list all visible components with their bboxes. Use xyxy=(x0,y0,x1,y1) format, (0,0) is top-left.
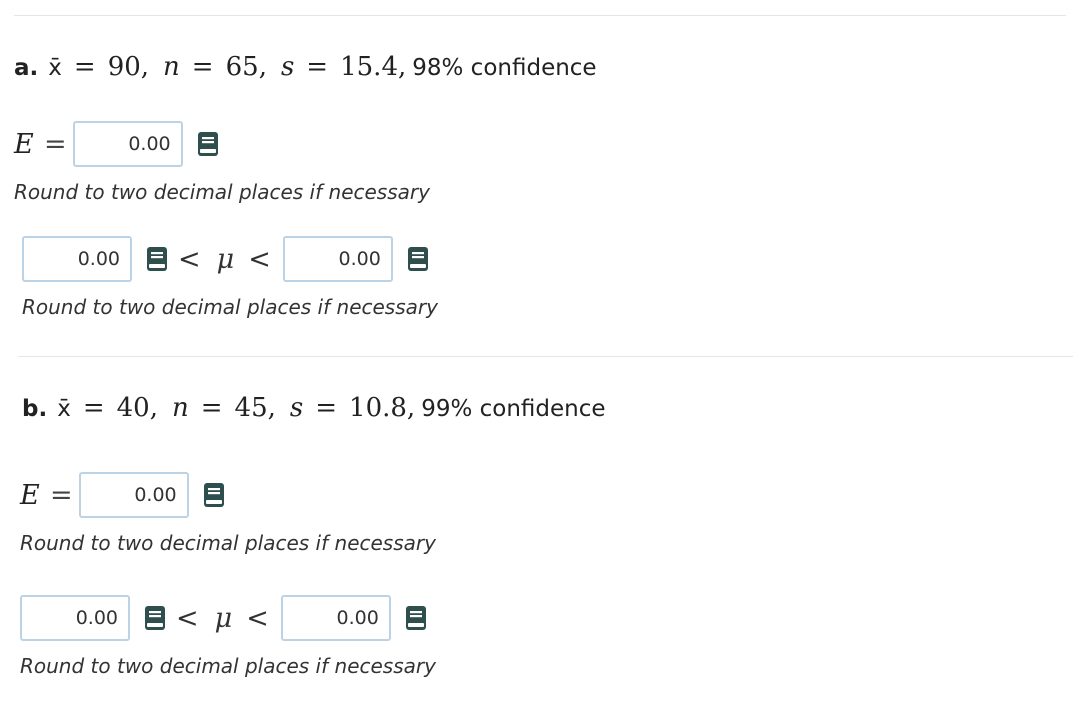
n-value: 65 xyxy=(225,52,259,82)
s-value: 10.8 xyxy=(349,393,407,423)
part-letter: b. xyxy=(22,396,48,422)
book-icon[interactable] xyxy=(144,605,166,631)
mu-symbol: μ xyxy=(214,602,233,634)
less-than-sign: < xyxy=(178,243,201,275)
upper-bound-input[interactable]: 0.00 xyxy=(282,236,393,282)
rounding-hint: Round to two decimal places if necessary xyxy=(20,654,436,678)
xbar-symbol: x̄ xyxy=(48,55,62,81)
equals-sign: = xyxy=(315,393,338,423)
book-icon[interactable] xyxy=(203,482,225,508)
equals-sign: = xyxy=(82,393,105,423)
lower-bound-input[interactable]: 0.00 xyxy=(22,236,132,282)
rounding-hint: Round to two decimal places if necessary xyxy=(20,531,436,555)
E-symbol: E xyxy=(20,479,40,511)
rounding-hint: Round to two decimal places if necessary xyxy=(22,295,438,319)
comma: , xyxy=(140,52,150,82)
comma: , xyxy=(149,393,158,423)
n-symbol: n xyxy=(171,393,189,423)
problem-b-statement: b. x̄ = 40, n = 45, s = 10.8, 99% confid… xyxy=(22,393,606,424)
margin-of-error-row: E = 0.00 xyxy=(14,121,219,167)
comma: , xyxy=(397,52,407,82)
book-icon[interactable] xyxy=(197,131,219,157)
xbar-value: 90 xyxy=(107,52,141,82)
less-than-sign: < xyxy=(176,602,199,634)
part-letter: a. xyxy=(14,55,39,81)
book-icon[interactable] xyxy=(146,246,168,272)
s-value: 15.4 xyxy=(340,52,398,82)
E-symbol: E xyxy=(14,128,34,160)
s-symbol: s xyxy=(280,52,295,82)
lower-bound-input[interactable]: 0.00 xyxy=(20,595,130,641)
equals-sign: = xyxy=(306,52,329,82)
n-value: 45 xyxy=(234,393,268,423)
book-icon[interactable] xyxy=(405,605,427,631)
problem-a-statement: a. x̄ = 90, n = 65, s = 15.4, 98% confid… xyxy=(14,52,597,83)
comma: , xyxy=(267,393,276,423)
upper-bound-input[interactable]: 0.00 xyxy=(280,595,391,641)
margin-of-error-input[interactable]: 0.00 xyxy=(78,472,189,518)
divider-middle xyxy=(18,356,1073,357)
confidence-interval-row: 0.00 < μ < 0.00 xyxy=(20,595,427,641)
xbar-symbol: x̄ xyxy=(57,396,71,422)
confidence-label: 99% confidence xyxy=(421,396,606,422)
margin-of-error-row: E = 0.00 xyxy=(20,472,225,518)
equals-sign: = xyxy=(44,128,67,160)
rounding-hint: Round to two decimal places if necessary xyxy=(14,180,430,204)
equals-sign: = xyxy=(73,52,96,82)
equals-sign: = xyxy=(191,52,214,82)
confidence-label: 98% confidence xyxy=(412,55,597,81)
comma: , xyxy=(406,393,416,423)
margin-of-error-input[interactable]: 0.00 xyxy=(72,121,183,167)
equals-sign: = xyxy=(200,393,223,423)
less-than-sign: < xyxy=(248,243,271,275)
s-symbol: s xyxy=(289,393,304,423)
less-than-sign: < xyxy=(246,602,269,634)
xbar-value: 40 xyxy=(116,393,150,423)
equals-sign: = xyxy=(50,479,73,511)
confidence-interval-row: 0.00 < μ < 0.00 xyxy=(22,236,429,282)
n-symbol: n xyxy=(163,52,180,82)
comma: , xyxy=(258,52,267,82)
divider-top xyxy=(14,15,1066,16)
mu-symbol: μ xyxy=(216,243,235,275)
book-icon[interactable] xyxy=(407,246,429,272)
